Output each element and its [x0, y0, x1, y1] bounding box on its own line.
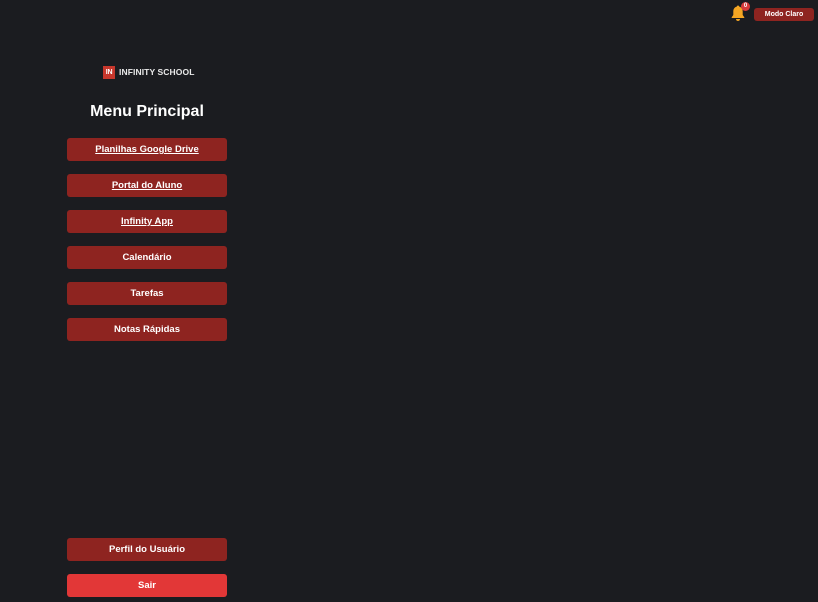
page-title: Menu Principal [90, 103, 204, 120]
infinity-school-logo: IN INFINITY SCHOOL [103, 65, 195, 79]
menu-item-label: Tarefas [130, 288, 164, 299]
tasks-button[interactable]: Tarefas [67, 282, 227, 305]
student-portal-button[interactable]: Portal do Aluno [67, 174, 227, 197]
google-drive-sheets-button[interactable]: Planilhas Google Drive [67, 138, 227, 161]
theme-toggle-button[interactable]: Modo Claro [754, 8, 814, 21]
profile-label: Perfil do Usuário [108, 544, 185, 555]
menu-item-label: Planilhas Google Drive [95, 144, 199, 155]
notifications-button[interactable]: 0 [730, 2, 750, 22]
logout-button[interactable]: Sair [67, 574, 227, 597]
quick-notes-button[interactable]: Notas Rápidas [67, 318, 227, 341]
user-profile-button[interactable]: Perfil do Usuário [67, 538, 227, 561]
menu-item-label: Notas Rápidas [114, 324, 180, 335]
menu-item-label: Portal do Aluno [111, 180, 183, 191]
menu-item-label: Infinity App [121, 216, 173, 227]
menu-item-label: Calendário [122, 252, 172, 263]
calendar-button[interactable]: Calendário [67, 246, 227, 269]
infinity-app-button[interactable]: Infinity App [67, 210, 227, 233]
main-menu-page: 0 Modo Claro IN INFINITY SCHOOL Menu Pri… [0, 0, 818, 602]
logout-label: Sair [138, 580, 156, 591]
notification-count-badge: 0 [741, 2, 750, 11]
logo-mark: IN [103, 65, 115, 79]
logo-text: INFINITY SCHOOL [119, 67, 195, 77]
